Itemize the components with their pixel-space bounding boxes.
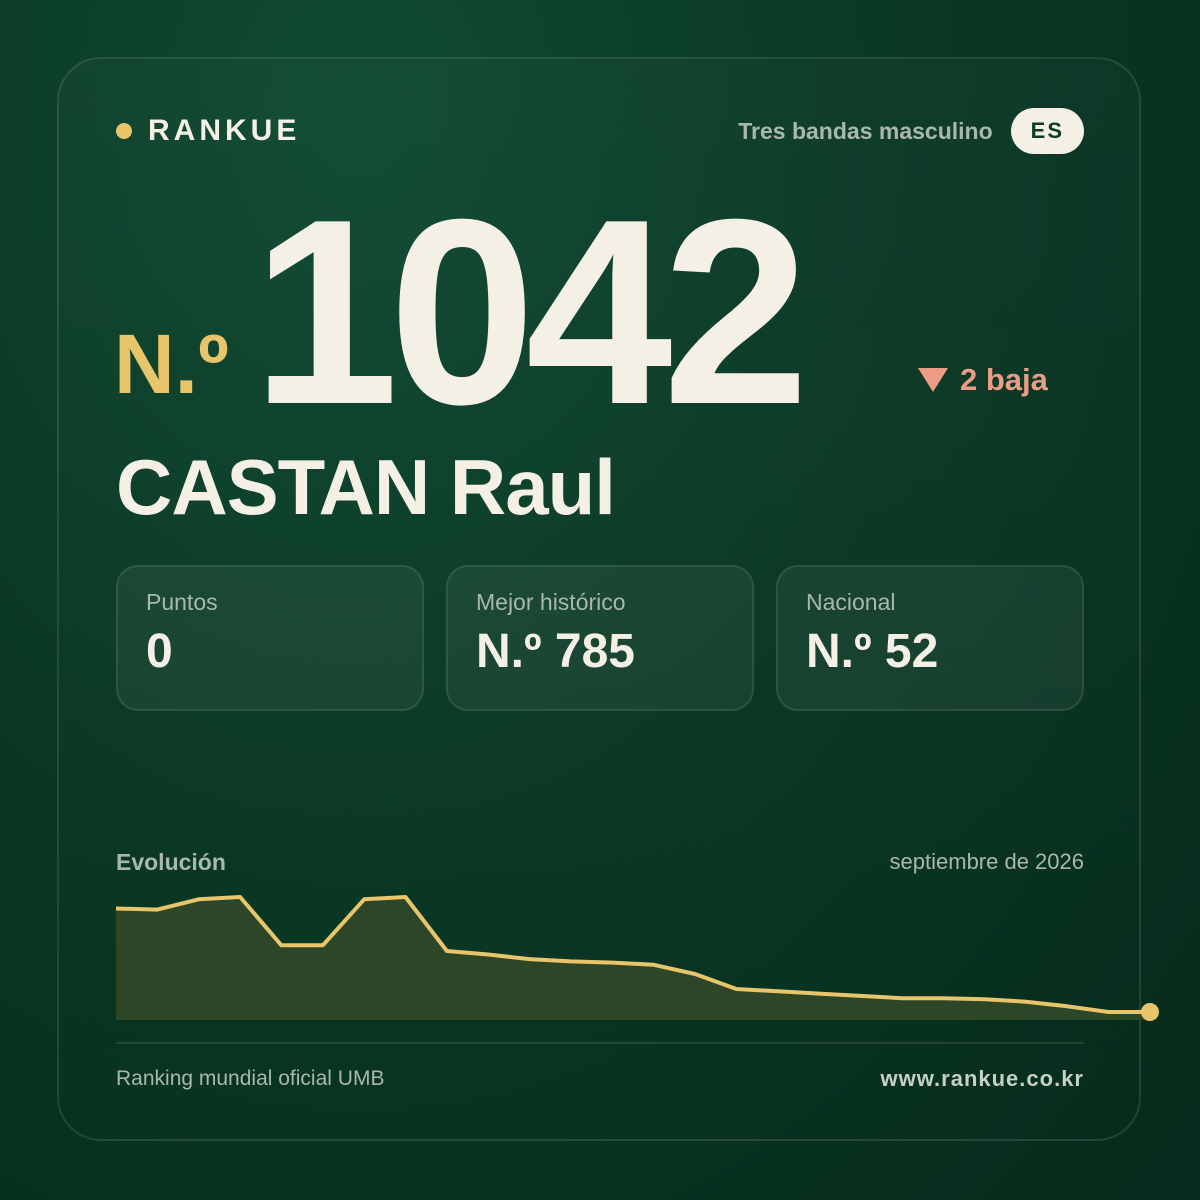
rank-prefix: N.º (114, 317, 229, 411)
rank-change: 2 baja (918, 362, 1048, 398)
category-label: Tres bandas masculino (738, 117, 993, 144)
stats-row: Puntos 0 Mejor histórico N.º 785 Naciona… (116, 565, 1084, 711)
footer-source: Ranking mundial oficial UMB (116, 1067, 385, 1090)
rank-number: 1042 (252, 164, 809, 459)
evolution-chart (116, 895, 1159, 1021)
footer-website: www.rankue.co.kr (880, 1066, 1084, 1091)
footer-divider (116, 1042, 1084, 1044)
stat-best-rank: Mejor histórico N.º 785 (446, 565, 754, 711)
stat-label: Puntos (146, 589, 218, 615)
brand-dot-icon (116, 123, 132, 139)
triangle-down-icon (918, 368, 948, 392)
stat-value: N.º 52 (806, 625, 939, 678)
chart-end-marker (1141, 1003, 1159, 1021)
rank-change-text: 2 baja (960, 362, 1048, 397)
stat-points: Puntos 0 (116, 565, 424, 711)
stat-value: 0 (146, 625, 173, 678)
country-badge: ES (1010, 108, 1084, 154)
evolution-title: Evolución (116, 849, 226, 875)
brand-name: RANKUE (148, 114, 301, 147)
category: Tres bandas masculino ES (738, 108, 1084, 154)
stat-national-rank: Nacional N.º 52 (776, 565, 1084, 711)
stat-label: Nacional (806, 589, 896, 615)
brand: RANKUE (116, 110, 300, 152)
stat-label: Mejor histórico (476, 589, 626, 615)
player-name: CASTAN Raul (116, 443, 616, 531)
evolution-date: septiembre de 2026 (889, 849, 1084, 874)
stat-value: N.º 785 (476, 625, 635, 678)
